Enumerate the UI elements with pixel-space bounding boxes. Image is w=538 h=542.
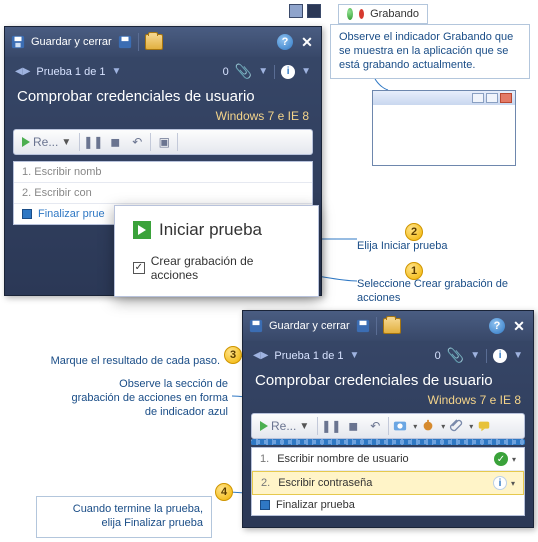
badge-4: 4: [215, 483, 233, 501]
test-title-b: Comprobar credenciales de usuario: [243, 370, 533, 391]
folder-icon[interactable]: [383, 318, 401, 334]
stop-icon[interactable]: ◼: [106, 133, 124, 151]
badge-3: 3: [224, 346, 242, 364]
test-runner-panel-b: Guardar y cerrar ? ✕ ◀▶ Prueba 1 de 1 ▼ …: [242, 310, 534, 528]
info-step-icon[interactable]: i: [493, 476, 507, 490]
mini-maximize-icon[interactable]: [486, 93, 498, 103]
screenshot-icon[interactable]: [393, 419, 407, 433]
test-nav-dropdown-icon[interactable]: ▼: [112, 66, 122, 77]
close-icon[interactable]: ✕: [299, 34, 315, 50]
step-row-finalize[interactable]: Finalizar prueba: [252, 495, 524, 515]
start-test-popup: Iniciar prueba ✓ Crear grabación de acci…: [114, 205, 319, 297]
callout-start-test: Elija Iniciar prueba: [357, 240, 448, 254]
stop-square-icon: [22, 209, 32, 219]
camera-icon[interactable]: ▣: [155, 133, 173, 151]
test-nav-bar-b: ◀▶ Prueba 1 de 1 ▼ 0 📎 ▼ i ▼: [243, 341, 533, 370]
callout-create-recording: Seleccione Crear grabación de acciones: [357, 278, 527, 306]
mini-window-titlebar: [373, 91, 515, 105]
play-icon: [260, 421, 268, 431]
save-icon: [11, 35, 25, 49]
callout-mark-result: Marque el resultado de cada paso.: [10, 355, 220, 369]
step-row-2[interactable]: 2. Escribir con: [14, 183, 312, 204]
step-row-2-active[interactable]: 2. Escribir contraseña i▾: [252, 471, 524, 495]
recording-callout: Observe el indicador Grabando que se mue…: [330, 24, 530, 79]
save-icon-2[interactable]: [356, 319, 370, 333]
callout-blue-indicator: Observe la sección de grabación de accio…: [38, 378, 228, 419]
recording-indicator: Grabando: [338, 4, 428, 24]
callout-finalize: Cuando termine la prueba, elija Finaliza…: [36, 496, 212, 538]
record-dot-icon: [359, 9, 364, 19]
badge-2: 2: [405, 223, 423, 241]
prev-test-icon[interactable]: ◀▶: [15, 66, 30, 77]
record-actions-label: Crear grabación de acciones: [151, 254, 300, 282]
step-toolbar-b: Re... ▼ ❚❚ ◼ ↶ ▾ ▾ ▾: [251, 413, 525, 439]
globe-icon: [347, 8, 353, 20]
save-icon-2[interactable]: [118, 35, 132, 49]
stop-icon[interactable]: ◼: [344, 417, 362, 435]
paperclip-icon[interactable]: 📎: [447, 347, 464, 364]
test-env-b: Windows 7 e IE 8: [243, 391, 533, 413]
pause-icon[interactable]: ❚❚: [322, 417, 340, 435]
start-test-button[interactable]: Iniciar prueba: [159, 220, 262, 240]
mini-minimize-icon[interactable]: [472, 93, 484, 103]
layout-toggle[interactable]: [289, 4, 321, 18]
help-icon[interactable]: ?: [277, 34, 293, 50]
test-title: Comprobar credenciales de usuario: [5, 86, 321, 107]
test-nav-bar: ◀▶ Prueba 1 de 1 ▼ 0 📎 ▼ i ▼: [5, 57, 321, 86]
info-icon[interactable]: i: [281, 65, 295, 79]
test-nav-label-b[interactable]: Prueba 1 de 1: [274, 350, 343, 362]
stop-square-icon: [260, 500, 270, 510]
play-icon: [22, 137, 30, 147]
mini-close-icon[interactable]: [500, 93, 512, 103]
bug-icon[interactable]: [421, 419, 435, 433]
undo-icon[interactable]: ↶: [366, 417, 384, 435]
start-play-icon: [133, 221, 151, 239]
titlebar-b: Guardar y cerrar ? ✕: [243, 311, 533, 341]
save-close-label[interactable]: Guardar y cerrar: [31, 36, 112, 48]
steps-list-b: 1. Escribir nombre de usuario ✓▾ 2. Escr…: [251, 447, 525, 516]
info-icon[interactable]: i: [493, 349, 507, 363]
step-toolbar: Re... ▼ ❚❚ ◼ ↶ ▣: [13, 129, 313, 155]
save-close-label-b[interactable]: Guardar y cerrar: [269, 320, 350, 332]
recording-label: Grabando: [370, 8, 419, 20]
step-row-1[interactable]: 1. Escribir nombre de usuario ✓▾: [252, 448, 524, 471]
titlebar: Guardar y cerrar ? ✕: [5, 27, 321, 57]
test-nav-label[interactable]: Prueba 1 de 1: [36, 66, 105, 78]
target-app-window: [372, 90, 516, 166]
pause-icon[interactable]: ❚❚: [84, 133, 102, 151]
close-icon[interactable]: ✕: [511, 318, 527, 334]
replay-button[interactable]: Re... ▼: [256, 417, 313, 435]
pass-icon[interactable]: ✓: [494, 452, 508, 466]
prev-test-icon[interactable]: ◀▶: [253, 350, 268, 361]
save-icon: [249, 319, 263, 333]
undo-icon[interactable]: ↶: [128, 133, 146, 151]
attachment-count-b: 0: [435, 350, 441, 362]
help-icon[interactable]: ?: [489, 318, 505, 334]
record-actions-checkbox[interactable]: ✓: [133, 262, 145, 274]
paperclip-icon[interactable]: 📎: [235, 63, 252, 80]
attachment-count: 0: [223, 66, 229, 78]
folder-icon[interactable]: [145, 34, 163, 50]
test-env: Windows 7 e IE 8: [5, 107, 321, 129]
replay-button[interactable]: Re... ▼: [18, 133, 75, 151]
action-recording-bar: [251, 439, 525, 445]
step-row-1[interactable]: 1. Escribir nomb: [14, 162, 312, 183]
attach-icon[interactable]: [449, 419, 463, 433]
comment-icon[interactable]: [477, 419, 491, 433]
